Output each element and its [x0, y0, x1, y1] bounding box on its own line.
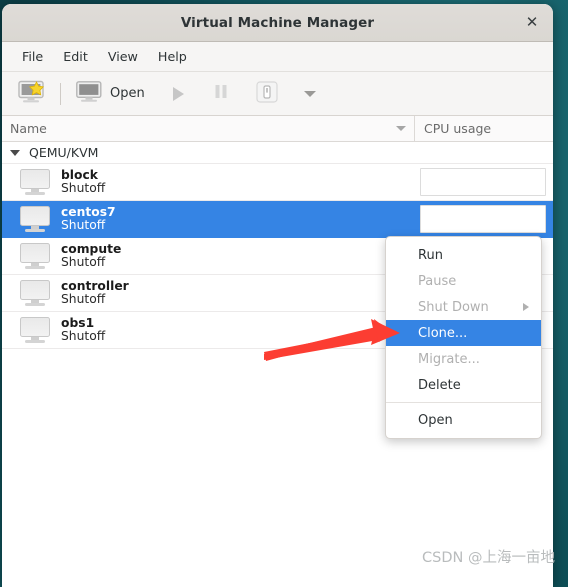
- column-header-name-label: Name: [10, 121, 47, 136]
- chevron-down-icon[interactable]: [10, 149, 20, 156]
- context-menu-item-label: Migrate...: [418, 351, 480, 367]
- context-menu-separator: [386, 402, 541, 403]
- context-menu-item-migrate[interactable]: Migrate...: [386, 346, 541, 372]
- run-button[interactable]: [167, 77, 190, 111]
- context-menu-item-pause[interactable]: Pause: [386, 268, 541, 294]
- vm-name-cell: compute Shutoff: [2, 241, 415, 270]
- vm-state: Shutoff: [61, 292, 106, 306]
- window-title: Virtual Machine Manager: [180, 14, 375, 31]
- chevron-down-icon: [303, 90, 316, 97]
- vm-name: block: [61, 167, 98, 182]
- menu-file[interactable]: File: [12, 46, 53, 67]
- open-label: Open: [110, 86, 145, 101]
- vm-name-cell: centos7 Shutoff: [2, 204, 415, 233]
- connection-group-row[interactable]: QEMU/KVM: [2, 142, 553, 164]
- cpu-usage-graph: [420, 205, 546, 233]
- context-menu-item-label: Run: [418, 247, 443, 263]
- context-menu-item-label: Open: [418, 412, 453, 428]
- chevron-down-icon: [396, 126, 406, 131]
- vm-name: compute: [61, 241, 122, 256]
- monitor-icon: [20, 169, 50, 195]
- open-button[interactable]: Open: [70, 77, 151, 111]
- column-header-cpu-usage-label: CPU usage: [424, 121, 492, 136]
- vm-name: centos7: [61, 204, 116, 219]
- context-menu-item-delete[interactable]: Delete: [386, 372, 541, 398]
- vm-cpu-cell: [415, 164, 553, 200]
- close-icon[interactable]: ✕: [521, 12, 543, 34]
- table-row[interactable]: block Shutoff: [2, 164, 553, 201]
- context-menu-item-label: Shut Down: [418, 299, 489, 315]
- menu-help[interactable]: Help: [148, 46, 197, 67]
- connection-group-label: QEMU/KVM: [29, 145, 99, 160]
- vm-name: controller: [61, 278, 129, 293]
- pause-button[interactable]: [208, 77, 234, 111]
- table-row[interactable]: centos7 Shutoff: [2, 201, 553, 238]
- toolbar: Open: [2, 72, 553, 116]
- vm-state: Shutoff: [61, 181, 106, 195]
- vm-context-menu: Run Pause Shut Down Clone... Migrate... …: [385, 236, 542, 439]
- context-menu-item-label: Pause: [418, 273, 457, 289]
- power-icon: [256, 80, 278, 107]
- vm-name: obs1: [61, 315, 95, 330]
- vm-state: Shutoff: [61, 218, 106, 232]
- vm-name-cell: obs1 Shutoff: [2, 315, 415, 344]
- new-vm-icon: [18, 80, 45, 108]
- play-icon: [172, 86, 184, 101]
- monitor-icon: [20, 243, 50, 269]
- context-menu-item-open[interactable]: Open: [386, 407, 541, 433]
- column-header-cpu-usage[interactable]: CPU usage: [415, 116, 553, 141]
- context-menu-item-run[interactable]: Run: [386, 242, 541, 268]
- shutdown-button[interactable]: [250, 77, 284, 111]
- window-titlebar: Virtual Machine Manager ✕: [2, 4, 553, 42]
- context-menu-item-label: Clone...: [418, 325, 468, 341]
- new-vm-button[interactable]: [12, 77, 51, 111]
- watermark-text: CSDN @上海一亩地: [422, 550, 555, 566]
- context-menu-item-label: Delete: [418, 377, 461, 393]
- chevron-right-icon: [523, 303, 529, 311]
- menu-view[interactable]: View: [98, 46, 148, 67]
- monitor-icon: [20, 280, 50, 306]
- monitor-icon: [76, 80, 102, 107]
- monitor-icon: [20, 206, 50, 232]
- cpu-usage-graph: [420, 168, 546, 196]
- menu-edit[interactable]: Edit: [53, 46, 98, 67]
- vm-cpu-cell: [415, 201, 553, 237]
- vm-state: Shutoff: [61, 329, 106, 343]
- vm-name-cell: controller Shutoff: [2, 278, 415, 307]
- column-header-row: Name CPU usage: [2, 116, 553, 142]
- monitor-icon: [20, 317, 50, 343]
- toolbar-separator: [60, 82, 61, 105]
- vm-name-cell: block Shutoff: [2, 167, 415, 196]
- column-header-name[interactable]: Name: [2, 116, 415, 141]
- toolbar-menu-button[interactable]: [298, 77, 322, 111]
- menu-bar: File Edit View Help: [2, 42, 553, 72]
- context-menu-item-shut-down[interactable]: Shut Down: [386, 294, 541, 320]
- vm-state: Shutoff: [61, 255, 106, 269]
- pause-icon: [214, 84, 228, 103]
- context-menu-item-clone[interactable]: Clone...: [386, 320, 541, 346]
